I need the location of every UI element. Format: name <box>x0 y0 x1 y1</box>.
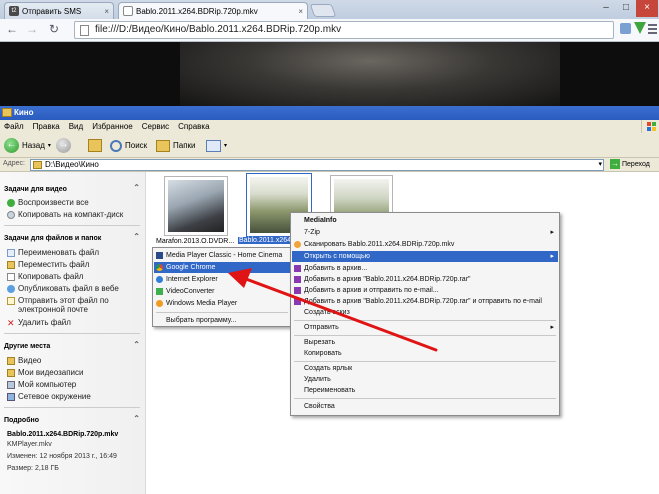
annotation-arrow <box>228 268 438 352</box>
annotation-arrow-head <box>228 268 252 288</box>
annotation-arrow-line <box>236 274 438 352</box>
